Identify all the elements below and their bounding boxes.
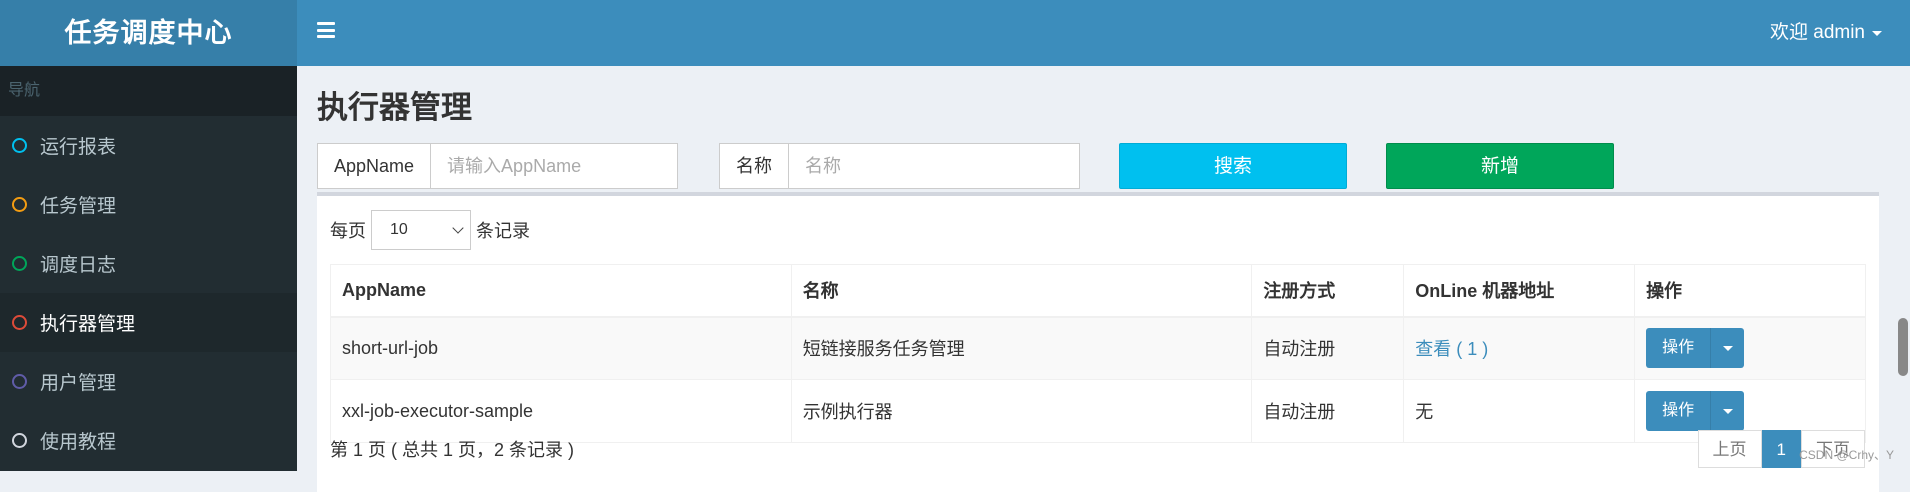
sidebar-item-help[interactable]: 使用教程	[0, 411, 297, 470]
page-scrollbar[interactable]	[1898, 318, 1908, 376]
name-input[interactable]	[789, 144, 1069, 188]
sidebar-item-executors[interactable]: 执行器管理	[0, 293, 297, 352]
nav-header: 导航	[0, 66, 297, 116]
circle-icon	[12, 315, 27, 330]
chevron-down-icon	[452, 222, 463, 233]
page-length-value: 10	[390, 221, 408, 239]
content-area: 执行器管理 AppName 名称 搜索 新增 每页 10 条记录 AppName…	[297, 66, 1910, 471]
page-length-select[interactable]: 10	[371, 210, 471, 250]
prev-page-button[interactable]: 上页	[1698, 430, 1762, 468]
circle-icon	[12, 433, 27, 448]
table-row: xxl-job-executor-sample 示例执行器 自动注册 无 操作	[331, 380, 1866, 443]
cell-appname: short-url-job	[331, 317, 792, 380]
executor-table: AppName 名称 注册方式 OnLine 机器地址 操作 short-url…	[330, 264, 1866, 443]
circle-icon	[12, 374, 27, 389]
name-label: 名称	[720, 144, 789, 188]
watermark: CSDN @Crhy、Y	[1799, 446, 1894, 463]
user-menu[interactable]: 欢迎 admin	[1770, 0, 1882, 66]
circle-icon	[12, 197, 27, 212]
top-navbar: 欢迎 admin	[297, 0, 1910, 66]
caret-down-icon	[1872, 31, 1882, 36]
search-button[interactable]: 搜索	[1119, 143, 1347, 189]
sidebar-item-label: 运行报表	[40, 132, 116, 159]
col-header-appname[interactable]: AppName	[331, 265, 792, 317]
appname-label: AppName	[318, 144, 431, 188]
operation-dropdown-toggle[interactable]	[1711, 328, 1744, 368]
length-suffix: 条记录	[476, 217, 530, 243]
cell-name: 示例执行器	[791, 380, 1252, 443]
caret-down-icon	[1723, 346, 1733, 351]
executor-table-box: 每页 10 条记录 AppName 名称 注册方式 OnLine 机器地址 操作…	[317, 192, 1879, 492]
operation-button[interactable]: 操作	[1646, 328, 1711, 368]
caret-down-icon	[1723, 409, 1733, 414]
brand-logo[interactable]: 任务调度中心	[0, 0, 297, 66]
operation-button[interactable]: 操作	[1646, 391, 1711, 431]
sidebar-item-label: 用户管理	[40, 368, 116, 395]
cell-appname: xxl-job-executor-sample	[331, 380, 792, 443]
sidebar-item-label: 执行器管理	[40, 309, 135, 336]
table-header-row: AppName 名称 注册方式 OnLine 机器地址 操作	[331, 265, 1866, 317]
col-header-operation: 操作	[1635, 265, 1866, 317]
sidebar-item-users[interactable]: 用户管理	[0, 352, 297, 411]
add-button[interactable]: 新增	[1386, 143, 1614, 189]
cell-registration: 自动注册	[1252, 317, 1404, 380]
cell-name: 短链接服务任务管理	[791, 317, 1252, 380]
sidebar-item-label: 任务管理	[40, 191, 116, 218]
menu-toggle-icon[interactable]	[317, 22, 335, 38]
appname-input[interactable]	[431, 144, 671, 188]
sidebar-item-report[interactable]: 运行报表	[0, 116, 297, 175]
operation-dropdown-toggle[interactable]	[1711, 391, 1744, 431]
cell-operation: 操作	[1635, 317, 1866, 380]
circle-icon	[12, 138, 27, 153]
length-prefix: 每页	[330, 217, 366, 243]
sidebar-item-jobs[interactable]: 任务管理	[0, 175, 297, 234]
col-header-name[interactable]: 名称	[791, 265, 1252, 317]
table-row: short-url-job 短链接服务任务管理 自动注册 查看 ( 1 ) 操作	[331, 317, 1866, 380]
view-online-link[interactable]: 查看 ( 1 )	[1415, 339, 1488, 359]
cell-online: 查看 ( 1 )	[1404, 317, 1635, 380]
cell-registration: 自动注册	[1252, 380, 1404, 443]
operation-button-group: 操作	[1646, 328, 1744, 368]
page-button-current[interactable]: 1	[1762, 430, 1801, 468]
page-length-control: 每页 10 条记录	[330, 210, 530, 250]
user-greeting: 欢迎 admin	[1770, 0, 1865, 66]
name-search-group: 名称	[719, 143, 1080, 189]
appname-search-group: AppName	[317, 143, 678, 189]
operation-button-group: 操作	[1646, 391, 1744, 431]
sidebar-item-logs[interactable]: 调度日志	[0, 234, 297, 293]
sidebar: 任务调度中心 导航 运行报表 任务管理 调度日志 执行器管理 用户管理 使用教程	[0, 0, 297, 471]
sidebar-item-label: 调度日志	[40, 250, 116, 277]
pagination-info: 第 1 页 ( 总共 1 页，2 条记录 )	[330, 436, 574, 462]
sidebar-item-label: 使用教程	[40, 427, 116, 454]
circle-icon	[12, 256, 27, 271]
page-title: 执行器管理	[317, 82, 472, 127]
cell-online: 无	[1404, 380, 1635, 443]
col-header-online[interactable]: OnLine 机器地址	[1404, 265, 1635, 317]
col-header-registration[interactable]: 注册方式	[1252, 265, 1404, 317]
